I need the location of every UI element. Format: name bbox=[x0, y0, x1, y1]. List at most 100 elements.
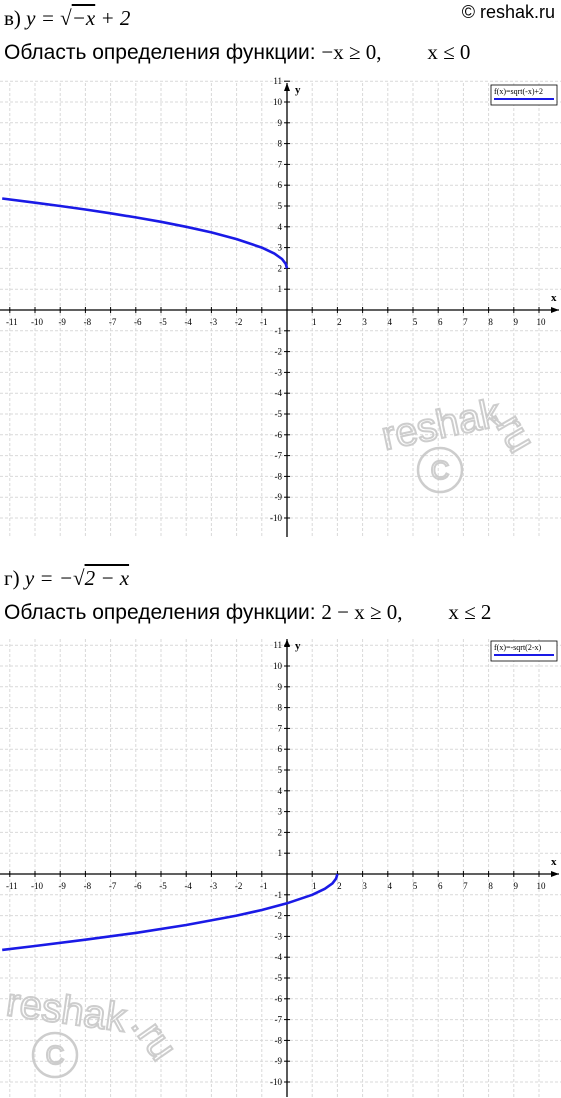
part-g-radicand: 2 − x bbox=[84, 566, 130, 590]
y-tick-label: -2 bbox=[275, 911, 283, 921]
y-tick-label: 3 bbox=[278, 807, 283, 817]
y-tick-label: 7 bbox=[278, 159, 283, 169]
x-tick-label: -7 bbox=[109, 317, 117, 327]
y-tick-label: -4 bbox=[275, 388, 283, 398]
function-curve bbox=[2, 197, 289, 269]
x-tick-label: 9 bbox=[514, 881, 519, 891]
y-tick-label: 6 bbox=[278, 744, 283, 754]
x-tick-label: -4 bbox=[184, 317, 192, 327]
part-v-lhs: y = bbox=[26, 6, 61, 30]
y-tick-label: 1 bbox=[278, 848, 283, 858]
y-tick-label: 2 bbox=[278, 827, 283, 837]
x-tick-label: 7 bbox=[463, 317, 468, 327]
part-v-domain-text: Область определения функции: bbox=[4, 41, 316, 64]
y-tick-label: -9 bbox=[275, 1056, 283, 1066]
y-tick-label: -4 bbox=[275, 952, 283, 962]
y-tick-label: 4 bbox=[278, 786, 283, 796]
chart-g: xy-11 -10 -9 -8 -7 -6 -5 -4 -3 -2 -1 1 2 3 4 5 6 7 8 9 10111… bbox=[0, 639, 561, 1097]
legend-label: f(x)=-sqrt(2-x) bbox=[494, 643, 541, 652]
watermark: reshak.ruC bbox=[3, 979, 186, 1079]
y-tick-label: 10 bbox=[273, 661, 283, 671]
x-tick-label: -1 bbox=[260, 881, 268, 891]
x-tick-label: 3 bbox=[362, 317, 367, 327]
y-tick-label: -9 bbox=[275, 492, 283, 502]
y-tick-label: -7 bbox=[275, 451, 283, 461]
x-tick-label: -6 bbox=[134, 881, 142, 891]
y-tick-label: -5 bbox=[275, 973, 283, 983]
x-tick-label: 2 bbox=[337, 881, 342, 891]
x-tick-label: 2 bbox=[337, 317, 342, 327]
x-tick-label: 8 bbox=[488, 317, 493, 327]
x-tick-label: -3 bbox=[210, 881, 218, 891]
x-tick-label: 10 bbox=[537, 881, 547, 891]
part-v-domain: Область определения функции: −x ≥ 0, x ≤… bbox=[4, 40, 470, 65]
y-tick-label: 8 bbox=[278, 703, 283, 713]
y-axis-label: y bbox=[295, 640, 301, 652]
y-tick-label: -3 bbox=[275, 931, 283, 941]
x-tick-label: 10 bbox=[537, 317, 547, 327]
x-tick-label: 1 bbox=[312, 881, 317, 891]
radical-sign-icon: √ bbox=[60, 6, 72, 30]
part-g-domain-result: x ≤ 2 bbox=[448, 600, 492, 624]
y-axis-label: y bbox=[295, 84, 301, 96]
x-tick-label: -9 bbox=[58, 317, 66, 327]
y-tick-label: 9 bbox=[278, 118, 283, 128]
grid bbox=[0, 80, 561, 537]
y-tick-label: 7 bbox=[278, 723, 283, 733]
part-v-radicand: −x bbox=[71, 6, 96, 30]
y-tick-label: -6 bbox=[275, 430, 283, 440]
x-tick-label: -8 bbox=[84, 317, 92, 327]
part-g-label: г) bbox=[4, 566, 20, 590]
x-tick-label: -9 bbox=[58, 881, 66, 891]
watermark-text: .ru bbox=[123, 1005, 186, 1068]
y-tick-label: 3 bbox=[278, 243, 283, 253]
x-tick-label: -3 bbox=[210, 317, 218, 327]
part-v-domain-result: x ≤ 0 bbox=[427, 40, 471, 64]
y-tick-label: 4 bbox=[278, 222, 283, 232]
y-tick-label: 10 bbox=[273, 97, 283, 107]
x-tick-label: -7 bbox=[109, 881, 117, 891]
copyright-icon: C bbox=[431, 455, 450, 485]
x-tick-label: -11 bbox=[6, 881, 18, 891]
x-tick-label: 8 bbox=[488, 881, 493, 891]
y-tick-label: -2 bbox=[275, 347, 283, 357]
part-g-formula: г) y = −√2 − x bbox=[4, 566, 129, 591]
x-tick-label: -2 bbox=[235, 317, 243, 327]
x-axis-label: x bbox=[551, 292, 557, 304]
x-tick-label: -2 bbox=[235, 881, 243, 891]
x-axis-label: x bbox=[551, 856, 557, 868]
x-tick-label: 4 bbox=[388, 881, 393, 891]
radical-sign-icon: √ bbox=[73, 566, 85, 590]
part-g-domain-text: Область определения функции: bbox=[4, 601, 316, 624]
y-tick-label: 5 bbox=[278, 765, 283, 775]
x-tick-label: -5 bbox=[159, 881, 167, 891]
part-v-rest: + 2 bbox=[95, 6, 131, 30]
x-axis-arrow-icon bbox=[551, 871, 559, 877]
y-axis-arrow-icon bbox=[284, 639, 290, 647]
y-tick-label: -5 bbox=[275, 409, 283, 419]
y-tick-label: 11 bbox=[273, 640, 282, 650]
y-tick-label: -7 bbox=[275, 1015, 283, 1025]
x-tick-label: 7 bbox=[463, 881, 468, 891]
x-tick-label: 9 bbox=[514, 317, 519, 327]
x-tick-label: -5 bbox=[159, 317, 167, 327]
x-tick-label: 5 bbox=[413, 317, 418, 327]
part-v-label: в) bbox=[4, 6, 21, 30]
y-tick-label: -10 bbox=[270, 1077, 282, 1087]
legend-label: f(x)=sqrt(-x)+2 bbox=[494, 87, 543, 96]
x-tick-label: 1 bbox=[312, 317, 317, 327]
x-tick-label: 6 bbox=[438, 317, 443, 327]
y-tick-label: -3 bbox=[275, 367, 283, 377]
y-tick-label: -1 bbox=[275, 890, 283, 900]
y-tick-label: 5 bbox=[278, 201, 283, 211]
x-tick-label: -1 bbox=[260, 317, 268, 327]
y-tick-label: 11 bbox=[273, 76, 282, 86]
y-tick-label: 1 bbox=[278, 284, 283, 294]
y-tick-label: 2 bbox=[278, 263, 283, 273]
part-v-formula: в) y = √−x + 2 bbox=[4, 6, 130, 31]
chart-v: xy-11 -10 -9 -8 -7 -6 -5 -4 -3 -2 -1 1 2 3 4 5 6 7 8 9 10111… bbox=[0, 76, 561, 537]
y-axis-arrow-icon bbox=[284, 83, 290, 91]
part-g-domain: Область определения функции: 2 − x ≥ 0, … bbox=[4, 600, 491, 625]
part-g-domain-condition: 2 − x ≥ 0, bbox=[321, 600, 403, 624]
x-tick-label: 4 bbox=[388, 317, 393, 327]
